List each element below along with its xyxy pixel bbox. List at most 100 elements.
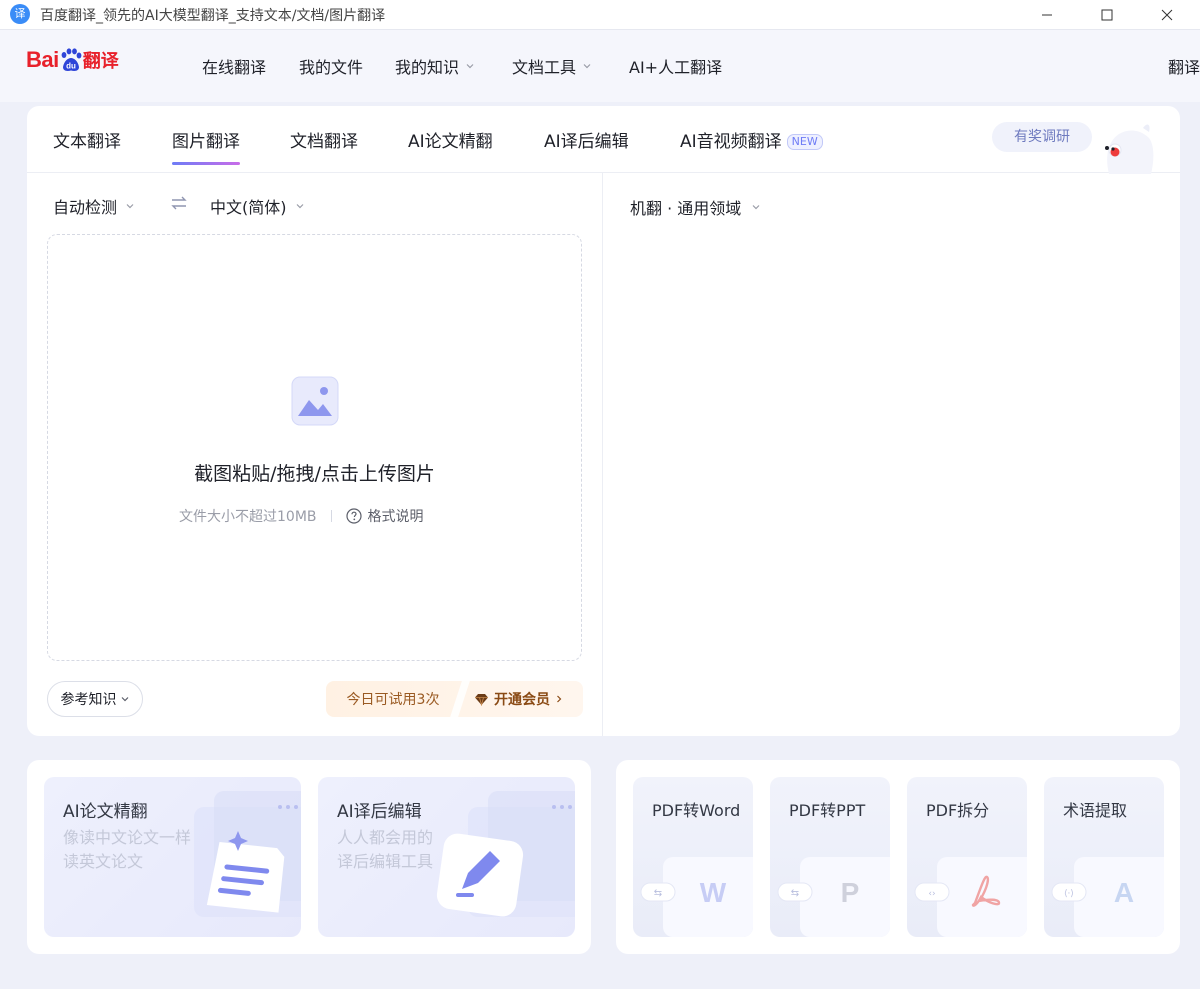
app-icon: 译 bbox=[10, 4, 30, 24]
swap-languages-icon[interactable] bbox=[170, 194, 188, 212]
edit-illustration-icon bbox=[436, 791, 575, 917]
svg-text:⇆: ⇆ bbox=[791, 888, 799, 899]
new-badge: NEW bbox=[786, 134, 823, 150]
baidu-fanyi-logo[interactable]: Bai du 翻译 bbox=[26, 42, 119, 78]
source-language-label: 自动检测 bbox=[53, 198, 118, 217]
vip-trial-bar[interactable]: 今日可试用3次 开通会员 bbox=[326, 681, 583, 717]
promo-title: AI译后编辑 bbox=[337, 802, 422, 822]
tab-ai-paper-translate[interactable]: AI论文精翻 bbox=[408, 127, 493, 152]
open-vip-button[interactable]: 开通会员 bbox=[460, 689, 583, 709]
chevron-down-icon bbox=[121, 697, 128, 702]
baidu-paw-icon: du bbox=[60, 48, 82, 72]
dropzone-hint: 文件大小不超过10MB 格式说明 bbox=[179, 506, 424, 526]
svg-text:⇆: ⇆ bbox=[654, 888, 662, 899]
tool-icon-letter: P bbox=[841, 877, 860, 908]
promo-desc-line: 译后编辑工具 bbox=[337, 852, 434, 871]
tool-title: PDF转PPT bbox=[789, 801, 866, 820]
nav-overflow-item[interactable]: 翻译 bbox=[1168, 54, 1200, 78]
reference-knowledge-button[interactable]: 参考知识 bbox=[47, 681, 143, 717]
image-upload-icon bbox=[291, 376, 339, 426]
chevron-down-icon bbox=[583, 64, 591, 69]
tab-text-translate[interactable]: 文本翻译 bbox=[53, 127, 121, 152]
help-circle-icon bbox=[345, 508, 362, 524]
logo-fanyi-text: 翻译 bbox=[82, 51, 119, 72]
close-button[interactable] bbox=[1144, 0, 1190, 30]
nav-ai-human-translate[interactable]: AI+人工翻译 bbox=[629, 54, 722, 78]
panel-divider bbox=[602, 173, 603, 736]
document-illustration-icon bbox=[194, 791, 301, 917]
word-file-icon: ⇆ W bbox=[640, 857, 753, 937]
tab-ai-av-translate[interactable]: AI音视频翻译 NEW bbox=[680, 127, 823, 152]
tool-pdf-split[interactable]: PDF拆分 ‹› bbox=[907, 777, 1027, 937]
top-navigation: Bai du 翻译 在线翻译 我的文件 我的知识 文档工具 AI+人工翻译 翻译 bbox=[0, 30, 1200, 102]
logo-bai-text: Bai bbox=[26, 47, 59, 72]
tool-title: PDF转Word bbox=[652, 801, 741, 820]
file-size-limit: 文件大小不超过10MB bbox=[179, 509, 317, 525]
promo-desc: 人人都会用的 译后编辑工具 bbox=[337, 826, 433, 874]
format-help-link[interactable]: 格式说明 bbox=[345, 506, 424, 526]
trial-count-label: 今日可试用3次 bbox=[326, 689, 460, 709]
maximize-icon bbox=[1101, 9, 1113, 21]
reference-knowledge-label: 参考知识 bbox=[60, 692, 117, 708]
maximize-button[interactable] bbox=[1084, 0, 1130, 30]
promo-ai-paper-translate[interactable]: AI论文精翻 像读中文论文一样 读英文论文 bbox=[44, 777, 301, 937]
ai-features-box: AI论文精翻 像读中文论文一样 读英文论文 AI译后编辑 人人都会用的 译后编辑… bbox=[27, 760, 591, 954]
chevron-down-icon bbox=[752, 205, 760, 210]
target-language-label: 中文(简体) bbox=[210, 198, 287, 217]
tool-title: PDF拆分 bbox=[926, 801, 990, 820]
ppt-file-icon: ⇆ P bbox=[777, 857, 890, 937]
translate-panel: 文本翻译 图片翻译 文档翻译 AI论文精翻 AI译后编辑 AI音视频翻译 NEW … bbox=[27, 106, 1180, 736]
image-upload-dropzone[interactable]: 截图粘贴/拖拽/点击上传图片 文件大小不超过10MB 格式说明 bbox=[47, 234, 582, 661]
chevron-right-icon bbox=[557, 695, 562, 703]
minimize-button[interactable] bbox=[1024, 0, 1070, 30]
window-titlebar: 译 百度翻译_领先的AI大模型翻译_支持文本/文档/图片翻译 bbox=[0, 0, 1200, 30]
nav-item-label: 我的知识 bbox=[395, 58, 460, 77]
promo-desc-line: 人人都会用的 bbox=[337, 828, 434, 847]
tool-icon-letter: W bbox=[700, 877, 727, 908]
tab-doc-translate[interactable]: 文档翻译 bbox=[290, 127, 358, 152]
nav-item-label: 在线翻译 bbox=[202, 58, 267, 77]
nav-doc-tools[interactable]: 文档工具 bbox=[512, 54, 592, 78]
nav-item-label: 文档工具 bbox=[512, 58, 577, 77]
minimize-icon bbox=[1042, 14, 1052, 16]
tool-pdf-to-ppt[interactable]: PDF转PPT ⇆ P bbox=[770, 777, 890, 937]
nav-online-translate[interactable]: 在线翻译 bbox=[202, 54, 266, 78]
tool-icon-letter: A bbox=[1114, 877, 1134, 908]
nav-my-files[interactable]: 我的文件 bbox=[299, 54, 363, 78]
translate-tabs: 文本翻译 图片翻译 文档翻译 AI论文精翻 AI译后编辑 AI音视频翻译 NEW … bbox=[27, 106, 1180, 174]
nav-my-knowledge[interactable]: 我的知识 bbox=[395, 54, 475, 78]
chevron-down-icon bbox=[126, 204, 134, 209]
open-vip-label: 开通会员 bbox=[494, 692, 550, 708]
promo-ai-post-edit[interactable]: AI译后编辑 人人都会用的 译后编辑工具 bbox=[318, 777, 575, 937]
logo-du-text: du bbox=[66, 62, 76, 71]
mascot-icon bbox=[1105, 124, 1154, 174]
nav-item-label: 翻译 bbox=[1168, 58, 1200, 77]
tab-image-translate[interactable]: 图片翻译 bbox=[172, 127, 240, 165]
close-icon bbox=[1161, 9, 1173, 21]
window-title: 百度翻译_领先的AI大模型翻译_支持文本/文档/图片翻译 bbox=[40, 8, 386, 24]
target-language-select[interactable]: 中文(简体) bbox=[210, 194, 305, 218]
tool-term-extract[interactable]: 术语提取 ⟨·⟩ A bbox=[1044, 777, 1164, 937]
diamond-icon bbox=[475, 693, 488, 706]
doc-tools-box: PDF转Word ⇆ W PDF转PPT ⇆ P PDF拆分 ‹› 术语提取 ⟨… bbox=[616, 760, 1180, 954]
nav-item-label: 我的文件 bbox=[299, 58, 364, 77]
term-extract-icon: ⟨·⟩ A bbox=[1051, 857, 1164, 937]
chevron-down-icon bbox=[296, 204, 303, 209]
nav-item-label: AI+人工翻译 bbox=[629, 58, 723, 77]
format-help-label: 格式说明 bbox=[367, 509, 424, 525]
engine-domain-label: 机翻 · 通用领域 bbox=[630, 199, 742, 218]
tool-pdf-to-word[interactable]: PDF转Word ⇆ W bbox=[633, 777, 753, 937]
pdf-acrobat-icon: ‹› bbox=[914, 857, 1027, 937]
survey-button[interactable]: 有奖调研 bbox=[992, 122, 1092, 152]
engine-domain-select[interactable]: 机翻 · 通用领域 bbox=[630, 195, 761, 219]
svg-text:⟨·⟩: ⟨·⟩ bbox=[1064, 889, 1074, 899]
tab-label: AI音视频翻译 bbox=[680, 132, 782, 152]
svg-text:‹›: ‹› bbox=[928, 889, 935, 899]
promo-title: AI论文精翻 bbox=[63, 802, 148, 822]
tab-ai-post-edit[interactable]: AI译后编辑 bbox=[544, 127, 629, 152]
source-language-select[interactable]: 自动检测 bbox=[53, 194, 135, 218]
chevron-down-icon bbox=[466, 64, 474, 69]
tool-title: 术语提取 bbox=[1063, 801, 1128, 820]
hint-separator bbox=[330, 510, 332, 522]
dropzone-title: 截图粘贴/拖拽/点击上传图片 bbox=[194, 463, 435, 485]
